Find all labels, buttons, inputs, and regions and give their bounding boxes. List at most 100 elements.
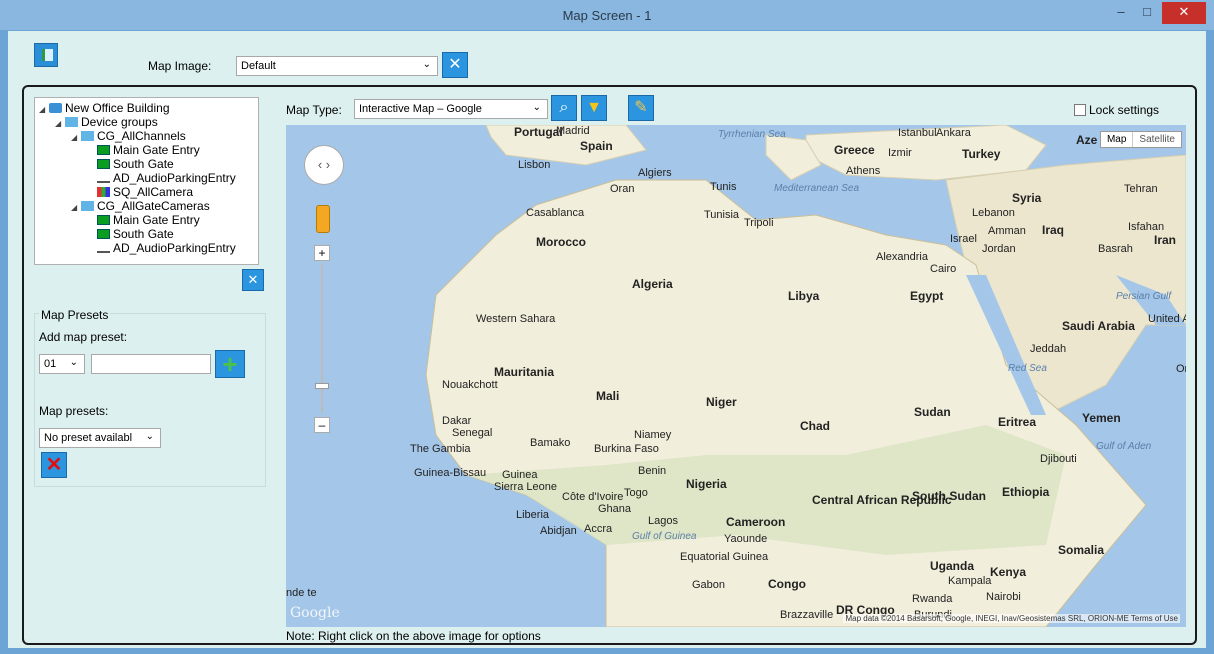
map-label-tyrrhenian-sea: Tyrrhenian Sea [718,129,786,140]
delete-preset-button[interactable]: ✕ [41,452,67,478]
map-label-jordan: Jordan [982,243,1016,255]
tree-node[interactable]: ◢ CG_AllChannels [39,129,258,143]
satellite-view-button[interactable]: Satellite [1133,132,1181,147]
lock-settings-label: Lock settings [1089,103,1160,117]
map-label-gulf-of-aden: Gulf of Aden [1096,441,1152,452]
map-type-value: Interactive Map – Google [359,103,482,115]
close-button[interactable]: ✕ [1162,2,1206,24]
tree-node[interactable]: South Gate [39,157,258,171]
device-tree[interactable]: ◢ New Office Building ◢ Device groups ◢ CG_Al… [34,97,259,265]
map-label-alexandria: Alexandria [876,251,928,263]
tree-node-label: AD_AudioParkingEntry [113,241,236,255]
map-label-gabon: Gabon [692,579,726,591]
map-image-settings-button[interactable]: ✕ [442,52,468,78]
map-label-iraq: Iraq [1042,223,1065,237]
map-label-morocco: Morocco [536,235,587,249]
map-label-djibouti: Djibouti [1040,453,1077,465]
map-label-basrah: Basrah [1098,243,1133,255]
map-label-ankara: Ankara [936,127,971,139]
map-attribution[interactable]: Map data ©2014 Basarsoft, Google, INEGI,… [843,614,1180,623]
map-image-dropdown[interactable]: Default ⌄ [236,56,438,76]
map-label-madrid: Madrid [556,125,590,137]
tree-node[interactable]: AD_AudioParkingEntry [39,241,258,255]
delete-icon: ✕ [45,454,63,476]
map-label-izmir: Izmir [888,147,912,159]
map-label-kampala: Kampala [948,575,992,587]
map-label-mediterranean-sea: Mediterranean Sea [774,183,860,194]
tree-node[interactable]: ◢ CG_AllGateCameras [39,199,258,213]
zoom-in-button[interactable]: + [314,245,330,261]
map-label-israel: Israel [950,233,977,245]
map-note: Note: Right click on the above image for… [286,629,541,643]
zoom-slider-thumb[interactable] [315,383,329,389]
toggle-panel-icon[interactable] [34,43,58,67]
tree-node-label: CG_AllChannels [97,129,186,143]
map-presets-group: Map Presets Add map preset: 01 ⌄ + Map p… [34,308,266,487]
tree-node[interactable]: Main Gate Entry [39,213,258,227]
tree-node[interactable]: AD_AudioParkingEntry [39,171,258,185]
street-view-pegman-icon[interactable] [316,205,330,233]
map-label-libya: Libya [788,289,820,303]
map-screen-window: Map Screen - 1 – □ ✕ Map Image: Default … [0,0,1214,654]
zoom-slider-track[interactable] [321,263,323,413]
map-label-uae: United Ar Emirate [1148,313,1186,325]
preset-list-dropdown[interactable]: No preset availabl ⌄ [39,428,161,448]
map-label-liberia: Liberia [516,509,550,521]
map-view-button[interactable]: Map [1101,132,1134,147]
map-search-button[interactable]: ⌕ [551,95,577,121]
map-label-eritrea: Eritrea [998,415,1037,429]
map-image-label: Map Image: [148,59,212,73]
map-label-turkey: Turkey [962,147,1001,161]
tree-settings-button[interactable]: ✕ [242,269,264,291]
map-label-left-edge: nde te [286,587,317,599]
preset-name-input[interactable] [91,354,211,374]
map-label-dakar: Dakar [442,415,472,427]
map-label-sierra-leone: Sierra Leone [494,481,557,493]
google-logo: Google [290,605,340,621]
map-label-western-sahara: Western Sahara [476,313,556,325]
map-label-togo: Togo [624,487,648,499]
tree-node-label: South Gate [113,157,174,171]
tree-node[interactable]: South Gate [39,227,258,241]
tree-node[interactable]: SQ_AllCamera [39,185,258,199]
checkbox-icon[interactable] [1074,104,1086,116]
chevron-down-icon: ⌄ [145,431,154,442]
maximize-button[interactable]: □ [1134,2,1160,24]
map-presets-label: Map presets: [39,404,109,418]
pan-control[interactable]: ‹ › [304,145,344,185]
minimize-button[interactable]: – [1108,2,1134,24]
clear-map-button[interactable]: ✎ [628,95,654,121]
tree-node-label: AD_AudioParkingEntry [113,171,236,185]
map-label-azerbaijan: Aze [1076,133,1098,147]
add-preset-button[interactable]: + [215,350,245,378]
map-label-tunis: Tunis [710,181,737,193]
tree-node-label: Main Gate Entry [113,213,200,227]
plus-icon: + [222,349,238,379]
map-presets-legend: Map Presets [39,308,111,322]
map-type-dropdown[interactable]: Interactive Map – Google ⌄ [354,99,548,119]
map-label-oran: Oran [610,183,635,195]
folder-icon [81,201,94,211]
map-label-athens: Athens [846,165,881,177]
zoom-out-button[interactable]: – [314,417,330,433]
add-preset-label: Add map preset: [39,330,128,344]
map-label-accra: Accra [584,523,613,535]
map-type-toggle[interactable]: Map Satellite [1099,131,1182,148]
map-label-greece: Greece [834,143,875,157]
map-label-syria: Syria [1012,191,1042,205]
camera-icon [97,159,110,169]
map-label-isfahan: Isfahan [1128,221,1165,233]
map-label-tehran: Tehran [1124,183,1158,195]
map-marker-button[interactable]: ▼ [581,95,607,121]
tree-node[interactable]: ◢ New Office Building [39,101,258,115]
interactive-map[interactable]: Portugal Madrid Spain Lisbon Tyrrhenian Sea I… [286,125,1186,627]
preset-number-dropdown[interactable]: 01 ⌄ [39,354,85,374]
lock-settings-checkbox[interactable]: Lock settings [1074,103,1159,117]
window-title: Map Screen - 1 [562,8,652,23]
tree-node[interactable]: ◢ Device groups [39,115,258,129]
map-label-red-sea: Red Sea [1008,363,1047,374]
map-label-algiers: Algiers [638,167,672,179]
map-label-niger: Niger [706,395,737,409]
tree-node-label: Device groups [81,115,158,129]
tree-node[interactable]: Main Gate Entry [39,143,258,157]
